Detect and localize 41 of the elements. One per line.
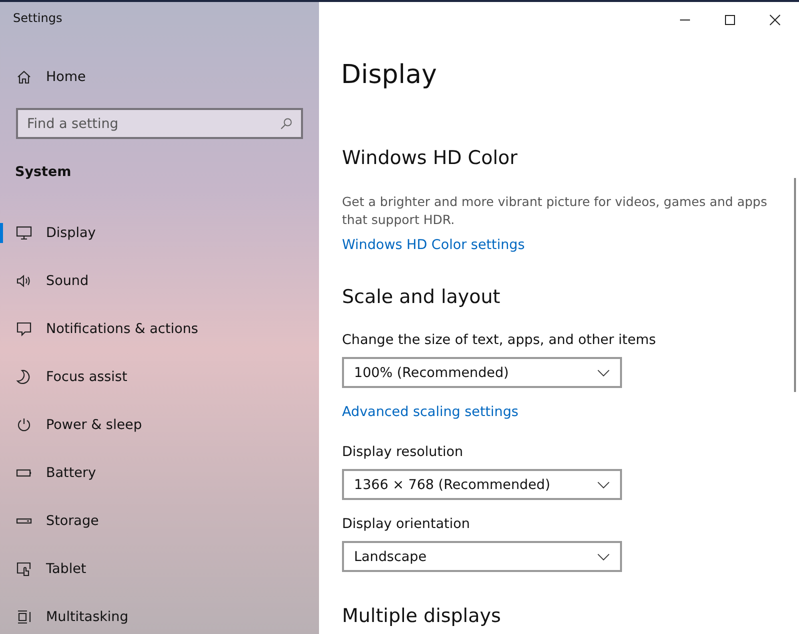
dropdown[interactable]: 1366 × 768 (Recommended) — [342, 469, 622, 500]
section-heading: Multiple displays — [342, 605, 502, 627]
field-label: Change the size of text, apps, and other items — [342, 332, 657, 348]
nav-item[interactable]: Display — [0, 209, 319, 257]
dropdown[interactable]: 100% (Recommended) — [342, 357, 622, 388]
scrollbar[interactable] — [794, 178, 796, 392]
field-label: Display resolution — [342, 444, 464, 460]
chevron-icon — [597, 368, 610, 376]
section-heading: Windows HD Color — [342, 147, 518, 169]
speaker-icon — [16, 273, 32, 289]
window-title: Settings — [12, 10, 64, 27]
nav-item[interactable]: Power & sleep — [0, 401, 319, 449]
nav-item[interactable]: Battery — [0, 449, 319, 497]
home-link[interactable]: Home — [0, 57, 319, 97]
chevron-icon — [597, 480, 610, 488]
nav-item[interactable]: Storage — [0, 497, 319, 545]
monitor-icon — [16, 225, 32, 241]
multitasking-icon — [16, 609, 32, 625]
chevron-icon — [597, 552, 610, 560]
dropdown[interactable]: Landscape — [342, 541, 622, 572]
nav-item[interactable]: Multitasking — [0, 593, 319, 634]
nav-item[interactable]: Tablet — [0, 545, 319, 593]
home-icon — [16, 69, 32, 85]
close-icon[interactable] — [769, 14, 781, 26]
power-icon — [16, 417, 32, 433]
tablet-icon — [16, 561, 32, 577]
field-label: Display orientation — [342, 516, 471, 532]
page-title: Display — [340, 59, 438, 92]
nav-item[interactable]: Sound — [0, 257, 319, 305]
maximize-icon[interactable] — [724, 14, 736, 26]
moon-icon — [16, 369, 32, 385]
search-field[interactable]: Find a setting — [16, 108, 303, 139]
speech-bubble-icon — [16, 321, 32, 337]
section-heading: Scale and layout — [342, 286, 502, 308]
section-heading: System — [14, 163, 72, 182]
settings-link[interactable]: Advanced scaling settings — [342, 404, 518, 420]
description-text: Get a brighter and more vibrant picture for videos, games and apps that support HDR. — [342, 193, 768, 229]
nav-item[interactable]: Notifications & actions — [0, 305, 319, 353]
nav-item[interactable]: Focus assist — [0, 353, 319, 401]
settings-link[interactable]: Windows HD Color settings — [342, 237, 525, 253]
search-icon — [279, 117, 293, 131]
